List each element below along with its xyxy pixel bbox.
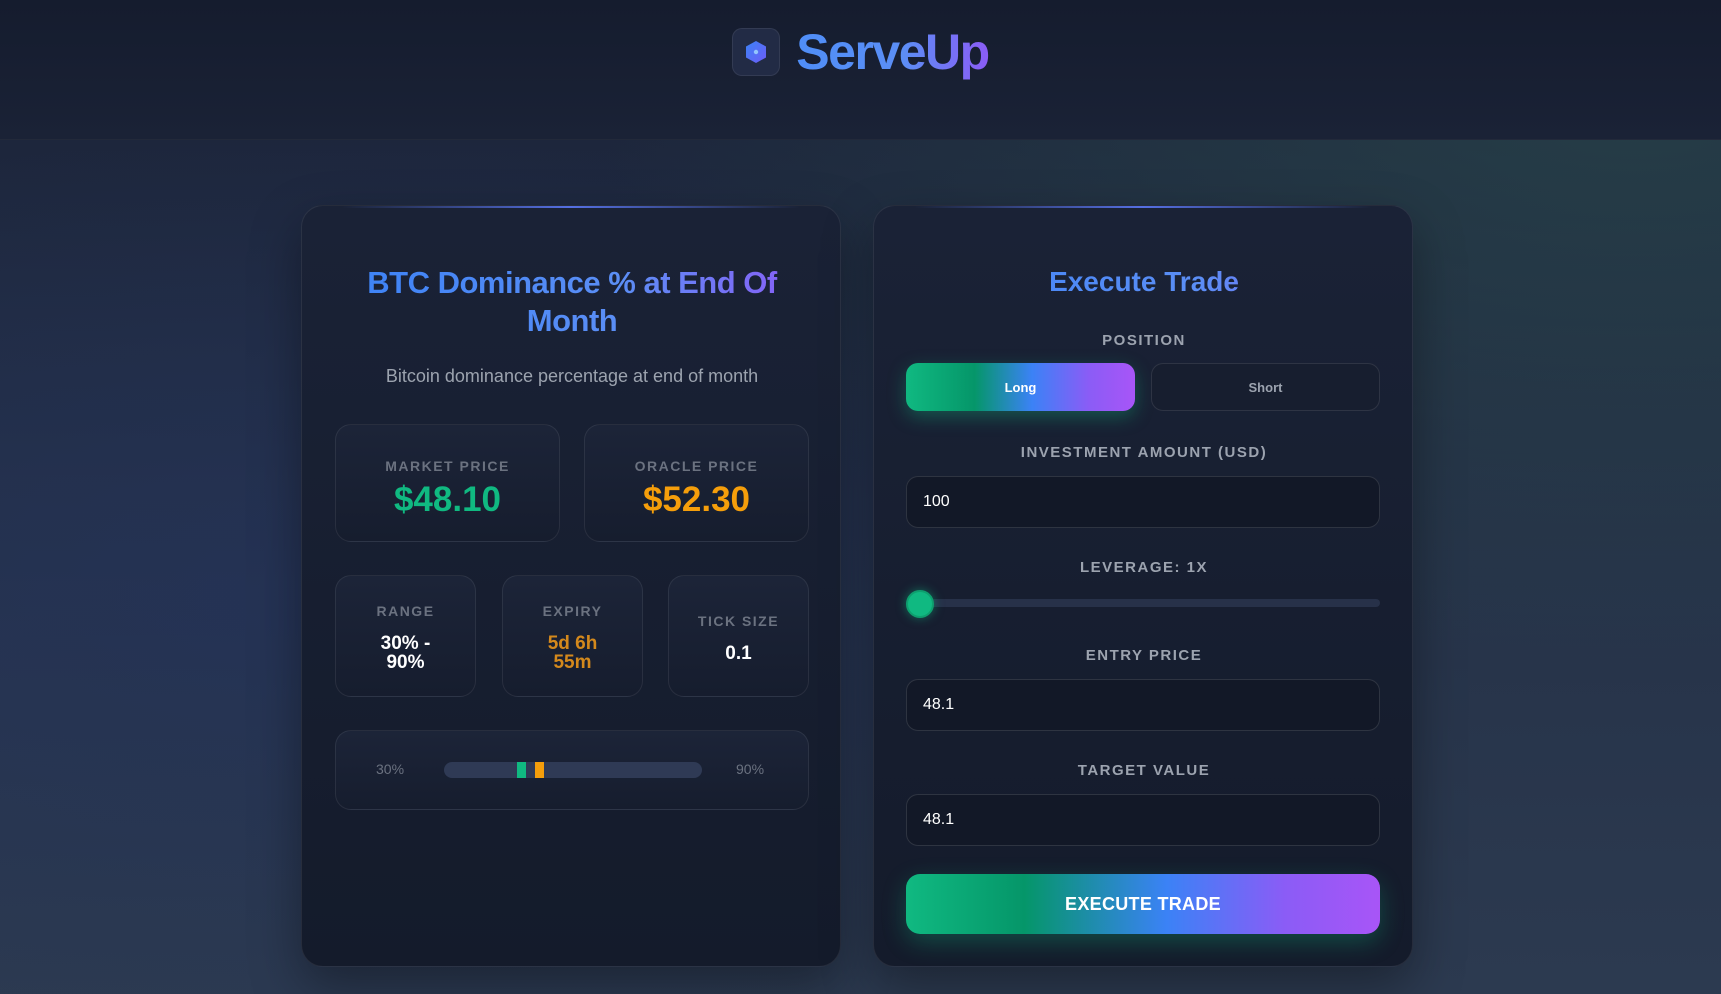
trade-card: Execute Trade POSITION Long Short INVEST… xyxy=(873,205,1413,967)
range-label: RANGE xyxy=(376,603,435,619)
market-description: Bitcoin dominance percentage at end of m… xyxy=(385,366,759,386)
tick-size-label: TICK SIZE xyxy=(697,613,780,629)
range-value-line2: 90% xyxy=(386,652,425,673)
entry-price-input[interactable] xyxy=(906,679,1380,731)
app-header: ServeUp xyxy=(0,0,1721,140)
position-label: POSITION xyxy=(1102,332,1186,349)
leverage-label: LEVERAGE: 1X xyxy=(1079,559,1209,576)
target-value-label: TARGET VALUE xyxy=(1077,762,1211,779)
trade-title: Execute Trade xyxy=(874,266,1412,298)
market-price-box: MARKET PRICE $48.10 xyxy=(335,424,560,542)
leverage-slider-thumb[interactable] xyxy=(906,590,934,618)
market-price-label: MARKET PRICE xyxy=(385,458,510,474)
hexagon-icon xyxy=(732,28,781,76)
market-price-marker xyxy=(517,762,527,778)
oracle-price-value: $52.30 xyxy=(642,480,751,519)
brand[interactable]: ServeUp xyxy=(732,24,990,80)
leverage-slider-track[interactable] xyxy=(906,599,1380,607)
tick-size-box: TICK SIZE 0.1 xyxy=(668,575,809,697)
short-button[interactable]: Short xyxy=(1151,363,1380,411)
market-price-value: $48.10 xyxy=(393,480,502,519)
oracle-price-box: ORACLE PRICE $52.30 xyxy=(584,424,809,542)
market-title: BTC Dominance % at End Of Month xyxy=(332,264,812,340)
investment-label: INVESTMENT AMOUNT (USD) xyxy=(1020,444,1268,461)
expiry-value-line1: 5d 6h xyxy=(547,633,598,654)
expiry-value-line2: 55m xyxy=(553,652,592,673)
app-name: ServeUp xyxy=(796,24,990,80)
investment-input[interactable] xyxy=(906,476,1380,528)
range-min-label: 30% xyxy=(376,761,405,777)
oracle-price-label: ORACLE PRICE xyxy=(634,458,759,474)
long-button[interactable]: Long xyxy=(906,363,1135,411)
tick-size-value: 0.1 xyxy=(725,643,752,664)
range-value-line1: 30% - xyxy=(380,633,431,654)
execute-trade-button[interactable]: EXECUTE TRADE xyxy=(906,874,1380,934)
expiry-box: EXPIRY 5d 6h 55m xyxy=(502,575,643,697)
range-track xyxy=(444,762,702,778)
expiry-label: EXPIRY xyxy=(542,603,603,619)
entry-price-label: ENTRY PRICE xyxy=(1085,647,1203,664)
range-max-label: 90% xyxy=(736,761,765,777)
oracle-price-marker xyxy=(535,762,545,778)
target-value-input[interactable] xyxy=(906,794,1380,846)
range-bar-box: 30% 90% xyxy=(335,730,809,810)
market-card: BTC Dominance % at End Of Month Bitcoin … xyxy=(301,205,841,967)
range-box: RANGE 30% - 90% xyxy=(335,575,476,697)
